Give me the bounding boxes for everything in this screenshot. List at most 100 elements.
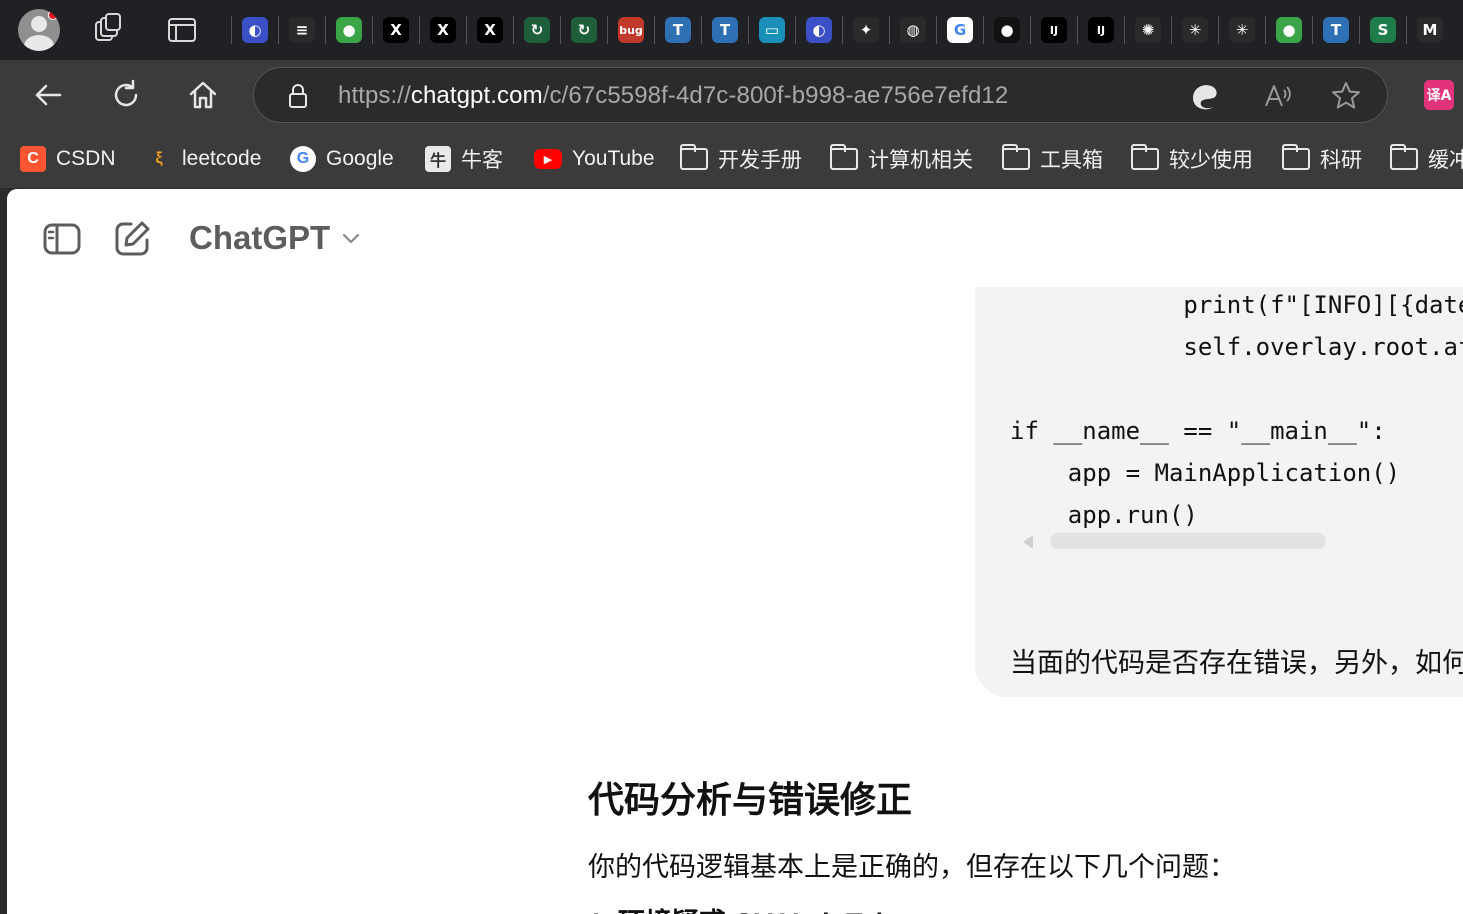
browser-toolbar: https://chatgpt.com/c/67c5598f-4d7c-800f… bbox=[0, 60, 1463, 130]
code-line: app = MainApplication() bbox=[1010, 459, 1401, 487]
back-icon[interactable] bbox=[28, 75, 68, 115]
bookmark-item[interactable]: 开发手册 bbox=[680, 144, 802, 174]
bookmark-item[interactable]: 较少使用 bbox=[1131, 144, 1253, 174]
url-text[interactable]: https://chatgpt.com/c/67c5598f-4d7c-800f… bbox=[338, 82, 1008, 110]
bookmark-item[interactable]: 科研 bbox=[1282, 144, 1362, 174]
csdn-icon: C bbox=[20, 146, 46, 172]
address-bar[interactable]: https://chatgpt.com/c/67c5598f-4d7c-800f… bbox=[253, 67, 1388, 123]
tab-separator bbox=[1030, 16, 1031, 44]
model-selector[interactable]: ChatGPT bbox=[189, 219, 362, 257]
sparkle-icon: ✦ bbox=[853, 17, 879, 43]
browser-tab[interactable]: T bbox=[1318, 12, 1354, 48]
browser-tab[interactable]: S bbox=[1365, 12, 1401, 48]
bookmark-label: 科研 bbox=[1320, 149, 1362, 172]
bookmark-item[interactable]: ξ leetcode bbox=[146, 144, 261, 174]
bookmark-label: 缓冲 bbox=[1428, 149, 1463, 172]
browser-tab[interactable]: ✳ bbox=[1224, 12, 1260, 48]
browser-tab[interactable]: bug bbox=[613, 12, 649, 48]
user-question: 当面的代码是否存在错误，另外，如何改进？ bbox=[1010, 648, 1463, 678]
browser-tab[interactable]: ● bbox=[1271, 12, 1307, 48]
bookmark-item[interactable]: 缓冲 bbox=[1390, 144, 1463, 174]
tab-separator bbox=[372, 16, 373, 44]
new-chat-icon[interactable] bbox=[110, 217, 154, 261]
browser-tab[interactable]: ✳ bbox=[1177, 12, 1213, 48]
deepseek-icon: ◐ bbox=[806, 17, 832, 43]
browser-tab[interactable]: ↻ bbox=[566, 12, 602, 48]
google-icon: G bbox=[947, 17, 973, 43]
browser-tab[interactable]: X bbox=[472, 12, 508, 48]
refresh-green-icon: ↻ bbox=[571, 17, 597, 43]
browser-tab[interactable]: X bbox=[378, 12, 414, 48]
sidebar-toggle-icon[interactable] bbox=[40, 217, 84, 261]
browser-tab[interactable]: ▭ bbox=[754, 12, 790, 48]
green-ball-icon: ● bbox=[336, 17, 362, 43]
tab-separator bbox=[607, 16, 608, 44]
vertical-tabs-icon[interactable] bbox=[164, 12, 200, 48]
read-aloud-icon[interactable] bbox=[1262, 80, 1294, 112]
browser-tab[interactable]: ● bbox=[331, 12, 367, 48]
tab-separator bbox=[419, 16, 420, 44]
bookmark-label: 较少使用 bbox=[1169, 149, 1253, 172]
favorite-star-icon[interactable] bbox=[1330, 80, 1362, 112]
url-host: chatgpt.com bbox=[410, 82, 543, 109]
nowcoder-icon: 牛 bbox=[425, 146, 451, 172]
bookmark-item[interactable]: C CSDN bbox=[20, 144, 116, 174]
lock-icon[interactable] bbox=[282, 80, 314, 112]
code-line: app.run() bbox=[1010, 501, 1198, 529]
bookmark-label: 工具箱 bbox=[1040, 149, 1103, 172]
browser-tab[interactable]: ◐ bbox=[237, 12, 273, 48]
tab-strip: ◐ ≡ ● X X X ↻ ↻ bug T T ▭ ◐ ✦ ◍ G ● IJ IJ ✺ ✳ ✳ ● T S M bbox=[0, 0, 1463, 60]
bookmark-item[interactable]: G Google bbox=[290, 144, 394, 174]
tab-separator bbox=[1406, 16, 1407, 44]
profile-avatar[interactable] bbox=[18, 9, 60, 51]
home-icon[interactable] bbox=[183, 75, 223, 115]
folder-icon bbox=[1131, 144, 1159, 170]
horizontal-scrollbar[interactable] bbox=[1050, 533, 1326, 549]
browser-tab[interactable]: ↻ bbox=[519, 12, 555, 48]
sheets-icon: S bbox=[1370, 17, 1396, 43]
tab-separator bbox=[983, 16, 984, 44]
x-icon: X bbox=[430, 17, 456, 43]
browser-tab[interactable]: ✦ bbox=[848, 12, 884, 48]
browser-tab[interactable]: ◍ bbox=[895, 12, 931, 48]
tab-separator bbox=[1171, 16, 1172, 44]
claude-icon: ✳ bbox=[1182, 17, 1208, 43]
folder-icon bbox=[830, 144, 858, 170]
browser-tab[interactable]: X bbox=[425, 12, 461, 48]
code-line: self.overlay.root.after(0, self.overlay.… bbox=[1183, 333, 1463, 361]
edge-app-icon[interactable] bbox=[1189, 80, 1221, 112]
x-icon: X bbox=[383, 17, 409, 43]
answer-list-item: 1. 环境疑惑 OV Verb Tab bbox=[588, 901, 892, 914]
bilibili-icon: ▭ bbox=[759, 17, 785, 43]
t-blue-icon: T bbox=[712, 17, 738, 43]
user-message-bubble: print(f"[INFO][{datetime.now()}] 检测到音频")… bbox=[975, 287, 1463, 697]
browser-tab[interactable]: G bbox=[942, 12, 978, 48]
refresh-icon[interactable] bbox=[106, 75, 146, 115]
browser-tab[interactable]: IJ bbox=[1036, 12, 1072, 48]
browser-tab[interactable]: T bbox=[660, 12, 696, 48]
browser-tab[interactable]: T bbox=[707, 12, 743, 48]
browser-tab[interactable]: ✺ bbox=[1130, 12, 1166, 48]
workspaces-icon[interactable] bbox=[90, 12, 126, 48]
bookmark-item[interactable]: ▶ YouTube bbox=[534, 144, 655, 174]
browser-tab[interactable]: ≡ bbox=[284, 12, 320, 48]
bookmark-item[interactable]: 工具箱 bbox=[1002, 144, 1103, 174]
bookmark-label: 开发手册 bbox=[718, 149, 802, 172]
model-name: ChatGPT bbox=[189, 219, 331, 256]
browser-tab[interactable]: M bbox=[1412, 12, 1448, 48]
browser-tab[interactable]: ◐ bbox=[801, 12, 837, 48]
avatar-head bbox=[31, 16, 47, 32]
scroll-left-arrow-icon[interactable] bbox=[1023, 535, 1033, 549]
browser-tab[interactable]: ● bbox=[989, 12, 1025, 48]
browser-tab[interactable]: IJ bbox=[1083, 12, 1119, 48]
url-path: /c/67c5598f-4d7c-800f-b998-ae756e7efd12 bbox=[542, 82, 1009, 109]
tab-separator bbox=[795, 16, 796, 44]
bookmark-item[interactable]: 计算机相关 bbox=[830, 144, 973, 174]
tab-separator bbox=[654, 16, 655, 44]
tab-separator bbox=[1265, 16, 1266, 44]
intellij-icon: IJ bbox=[1041, 17, 1067, 43]
translate-icon[interactable]: 译A bbox=[1419, 75, 1459, 115]
openai-icon: ✺ bbox=[1135, 17, 1161, 43]
bookmark-item[interactable]: 牛牛客 bbox=[425, 144, 503, 174]
translate-icon-badge: 译A bbox=[1424, 80, 1454, 110]
